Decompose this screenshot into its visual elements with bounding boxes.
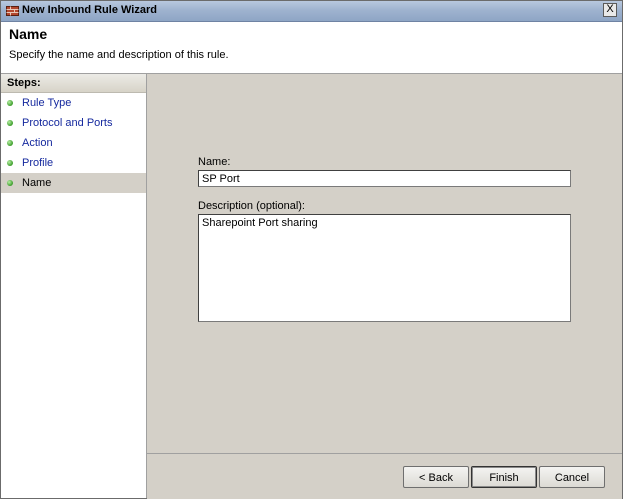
steps-heading: Steps: bbox=[1, 74, 146, 93]
step-bullet-icon bbox=[7, 100, 13, 106]
step-label: Name bbox=[22, 177, 52, 189]
finish-button[interactable]: Finish bbox=[471, 466, 537, 488]
firewall-wizard-icon bbox=[6, 6, 19, 16]
step-label: Profile bbox=[22, 157, 54, 169]
step-label: Action bbox=[22, 137, 53, 149]
step-action[interactable]: Action bbox=[1, 133, 146, 153]
description-input[interactable]: Sharepoint Port sharing bbox=[198, 214, 571, 322]
page-subtitle: Specify the name and description of this… bbox=[9, 49, 229, 61]
step-label: Rule Type bbox=[22, 97, 72, 109]
step-protocol-and-ports[interactable]: Protocol and Ports bbox=[1, 113, 146, 133]
cancel-button[interactable]: Cancel bbox=[539, 466, 605, 488]
wizard-window: New Inbound Rule Wizard X Name Specify t… bbox=[0, 0, 623, 499]
back-button[interactable]: < Back bbox=[403, 466, 469, 488]
name-label: Name: bbox=[198, 156, 231, 168]
window-title: New Inbound Rule Wizard bbox=[22, 4, 157, 16]
form-area: Name: Description (optional): Sharepoint… bbox=[147, 74, 622, 452]
description-label: Description (optional): bbox=[198, 200, 305, 212]
step-profile[interactable]: Profile bbox=[1, 153, 146, 173]
button-bar: < Back Finish Cancel bbox=[147, 453, 622, 499]
page-title: Name bbox=[9, 26, 48, 42]
step-bullet-icon bbox=[7, 160, 13, 166]
step-bullet-icon bbox=[7, 140, 13, 146]
step-label: Protocol and Ports bbox=[22, 117, 113, 129]
step-bullet-icon bbox=[7, 180, 13, 186]
title-bar: New Inbound Rule Wizard X bbox=[1, 1, 622, 22]
close-icon: X bbox=[606, 3, 614, 15]
step-rule-type[interactable]: Rule Type bbox=[1, 93, 146, 113]
name-input[interactable] bbox=[198, 170, 571, 187]
wizard-header: Name Specify the name and description of… bbox=[1, 22, 622, 74]
step-name: Name bbox=[1, 173, 146, 193]
steps-panel: Steps: Rule Type Protocol and Ports Acti… bbox=[1, 74, 147, 498]
close-button[interactable]: X bbox=[603, 3, 617, 17]
step-bullet-icon bbox=[7, 120, 13, 126]
